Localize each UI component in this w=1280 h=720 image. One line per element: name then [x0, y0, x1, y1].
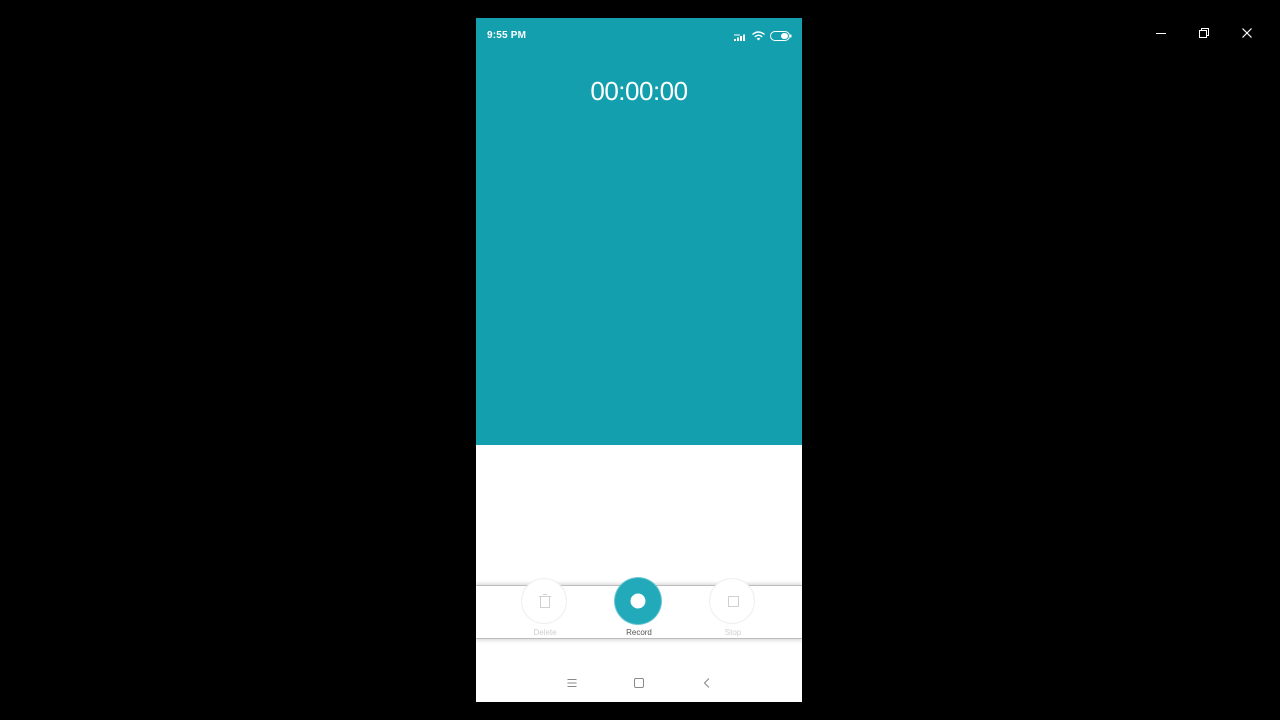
record-label: Record [626, 628, 652, 637]
wifi-icon [752, 31, 765, 41]
recorder-display-panel: 9:55 PM 00:00:00 [476, 18, 802, 445]
phone-screen: 9:55 PM 00:00:00 Delete Record Stop [476, 18, 802, 702]
stop-button-circle [709, 578, 755, 624]
nav-menu-button[interactable] [562, 674, 582, 692]
stop-square-icon [728, 596, 739, 607]
delete-button-circle [521, 578, 567, 624]
nav-back-button[interactable] [697, 674, 717, 692]
screen-recording-stage: 9:55 PM 00:00:00 Delete Record Stop [0, 0, 1280, 720]
nav-home-button[interactable] [629, 674, 649, 692]
trash-icon [539, 594, 551, 608]
restore-icon [1199, 28, 1209, 38]
stop-label: Stop [724, 628, 742, 637]
close-icon [1242, 28, 1252, 38]
window-minimize-button[interactable] [1150, 22, 1172, 44]
battery-icon [770, 31, 792, 41]
recorder-controls: Delete Record Stop [476, 578, 802, 639]
back-icon [703, 678, 710, 688]
home-icon [634, 678, 644, 688]
stop-button[interactable]: Stop [693, 578, 773, 638]
record-dot-icon [630, 593, 646, 609]
window-controls [1150, 22, 1280, 44]
navigation-bar [476, 668, 802, 698]
delete-label: Delete [533, 628, 557, 637]
window-close-button[interactable] [1236, 22, 1258, 44]
recording-timer: 00:00:00 [590, 76, 688, 106]
status-time: 9:55 PM [487, 30, 527, 41]
minimize-icon [1156, 33, 1166, 34]
window-restore-button[interactable] [1193, 22, 1215, 44]
record-button[interactable]: Record [599, 578, 679, 638]
status-icons [734, 29, 792, 43]
record-button-circle [615, 578, 661, 624]
status-bar: 9:55 PM [476, 18, 802, 54]
delete-button[interactable]: Delete [505, 578, 585, 638]
menu-icon [567, 679, 577, 687]
signal-icon [734, 34, 745, 41]
